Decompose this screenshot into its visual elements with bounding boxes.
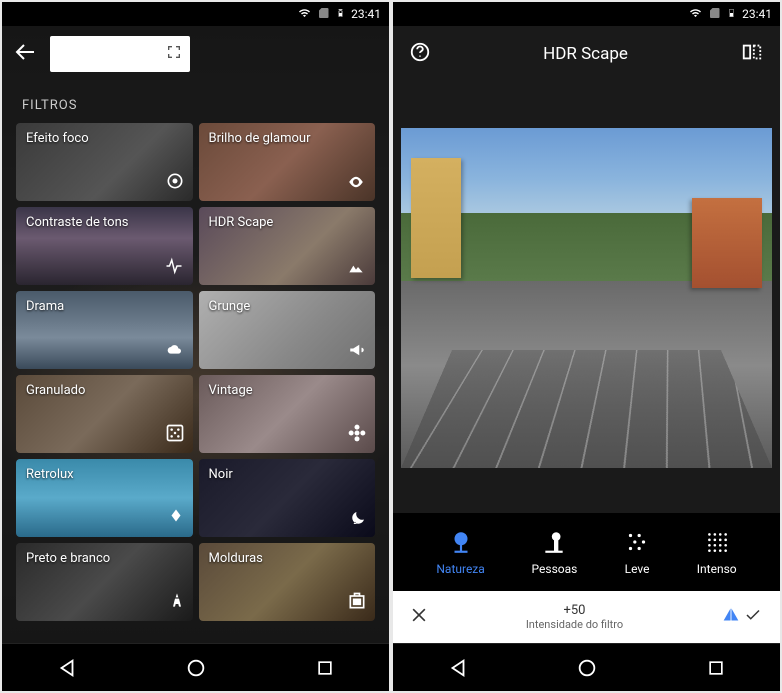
intensity-label: Intensidade do filtro [429,618,720,631]
person-icon [541,529,567,558]
eye-icon [345,173,367,195]
pulse-icon [163,257,185,279]
frame-icon [347,591,367,615]
intensity-value: +50 [429,603,720,618]
compare-button[interactable] [740,41,764,67]
help-button[interactable] [409,41,431,67]
cancel-button[interactable] [409,605,429,629]
moon-icon [349,509,367,531]
wifi-icon [297,7,312,22]
filter-tile-hdr-scape[interactable]: HDR Scape [199,207,376,285]
preset-label: Intenso [697,562,737,576]
preset-bar: Natureza Pessoas Leve Intenso [393,513,780,591]
filter-tile-preto-e-branco[interactable]: Preto e branco [16,543,193,621]
filter-label: Contraste de tons [26,215,129,230]
filter-tile-grunge[interactable]: Grunge [199,291,376,369]
mountains-icon [345,259,367,279]
wifi-icon [688,7,703,22]
fullscreen-icon [166,44,182,64]
focus-icon [165,171,185,195]
nav-recent-button[interactable] [696,648,736,688]
filter-tile-efeito-foco[interactable]: Efeito foco [16,123,193,201]
dice-icon [165,423,185,447]
megaphone-icon [347,341,367,363]
preset-natureza[interactable]: Natureza [436,529,484,576]
preset-label: Natureza [436,562,484,576]
preset-label: Leve [625,562,650,576]
filter-label: Preto e branco [26,551,110,566]
filter-label: Retrolux [26,467,74,482]
adjust-icon[interactable] [720,604,742,630]
photo-preview[interactable] [393,82,780,513]
preset-leve[interactable]: Leve [624,529,650,576]
filter-label: Noir [209,467,233,482]
filter-tile-vintage[interactable]: Vintage [199,375,376,453]
preset-intenso[interactable]: Intenso [697,529,737,576]
filter-label: Molduras [209,551,263,566]
tree-icon [448,529,474,558]
search-field[interactable] [50,36,190,72]
right-screen: 23:41 HDR Scape Natureza Pessoas [393,2,780,691]
battery-icon [336,6,345,23]
filter-picker-screen: FILTROS Efeito foco Brilho de glamour Co… [2,26,389,643]
dots-dense-icon [704,529,730,558]
filter-tile-brilho-glamour[interactable]: Brilho de glamour [199,123,376,201]
filter-label: Grunge [209,299,251,314]
filter-tile-drama[interactable]: Drama [16,291,193,369]
nav-back-button[interactable] [438,648,478,688]
filter-label: Brilho de glamour [209,131,311,146]
cloud-icon [165,343,185,363]
filter-label: Vintage [209,383,253,398]
android-nav-bar [2,643,389,691]
status-bar: 23:41 [393,2,780,26]
nav-back-button[interactable] [47,648,87,688]
filter-label: HDR Scape [209,215,274,230]
filter-grid: Efeito foco Brilho de glamour Contraste … [2,123,389,621]
status-bar: 23:41 [2,2,389,26]
preset-label: Pessoas [532,562,578,576]
sim-icon [709,6,721,23]
section-title: FILTROS [2,82,389,123]
filter-tile-contraste-tons[interactable]: Contraste de tons [16,207,193,285]
back-button[interactable] [14,40,38,68]
eiffel-icon [169,589,185,615]
dots-sparse-icon [624,529,650,558]
nav-home-button[interactable] [176,648,216,688]
editor-title: HDR Scape [543,44,628,64]
preset-pessoas[interactable]: Pessoas [532,529,578,576]
bottom-control-bar: +50 Intensidade do filtro [393,591,780,643]
filter-tile-molduras[interactable]: Molduras [199,543,376,621]
status-time: 23:41 [742,7,772,21]
flower-icon [347,423,367,447]
photo-image [401,128,772,468]
sim-icon [318,6,330,23]
filter-tile-noir[interactable]: Noir [199,459,376,537]
filter-tile-granulado[interactable]: Granulado [16,375,193,453]
kite-icon [167,507,185,531]
android-nav-bar [393,643,780,691]
apply-button[interactable] [742,606,764,628]
intensity-display[interactable]: +50 Intensidade do filtro [429,603,720,631]
filter-label: Efeito foco [26,131,89,146]
filter-tile-retrolux[interactable]: Retrolux [16,459,193,537]
battery-icon [727,6,736,23]
nav-recent-button[interactable] [305,648,345,688]
filter-label: Granulado [26,383,85,398]
filter-label: Drama [26,299,64,314]
nav-home-button[interactable] [567,648,607,688]
status-time: 23:41 [351,7,381,21]
left-screen: 23:41 FILTROS Efeito foco Brilho de glam… [2,2,389,691]
hdr-editor-screen: HDR Scape Natureza Pessoas Leve [393,26,780,643]
